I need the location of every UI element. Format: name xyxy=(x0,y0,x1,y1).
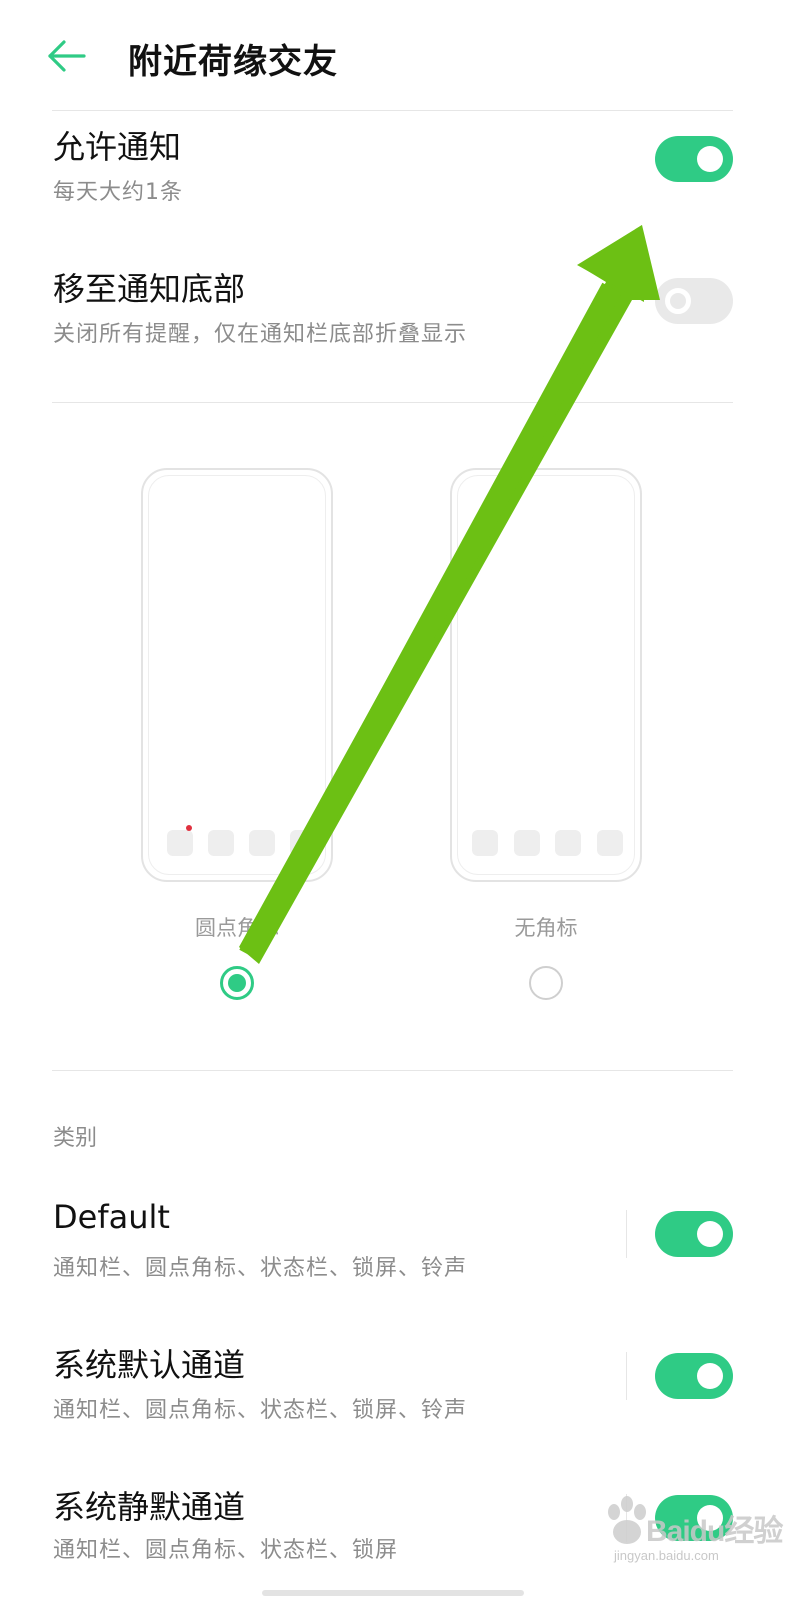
dock-app-icon xyxy=(514,830,540,856)
paw-logo-icon xyxy=(608,1496,646,1544)
phone-preview-no-badge[interactable] xyxy=(450,468,642,882)
channel-title: 系统默认通道 xyxy=(53,1346,246,1384)
divider xyxy=(52,1070,733,1071)
toggle-knob xyxy=(697,1363,723,1389)
channel-title: 系统静默通道 xyxy=(53,1488,246,1526)
dock-app-icon xyxy=(555,830,581,856)
allow-notifications-row[interactable]: 允许通知 每天大约1条 xyxy=(0,120,801,210)
watermark-subtext: jingyan.baidu.com xyxy=(614,1548,719,1563)
move-to-bottom-subtitle: 关闭所有提醒，仅在通知栏底部折叠显示 xyxy=(53,322,468,347)
dock-app-icon xyxy=(249,830,275,856)
channel-toggle-default[interactable] xyxy=(655,1211,733,1257)
allow-notifications-title: 允许通知 xyxy=(53,128,182,166)
move-to-bottom-row[interactable]: 移至通知底部 关闭所有提醒，仅在通知栏底部折叠显示 xyxy=(0,262,801,352)
vertical-divider xyxy=(626,1352,627,1400)
home-indicator[interactable] xyxy=(262,1590,524,1596)
divider xyxy=(52,110,733,111)
channel-subtitle: 通知栏、圆点角标、状态栏、锁屏、铃声 xyxy=(53,1256,468,1281)
back-button[interactable] xyxy=(44,36,92,76)
phone-screen xyxy=(457,475,635,875)
channel-subtitle: 通知栏、圆点角标、状态栏、锁屏、铃声 xyxy=(53,1398,468,1423)
option-label-no-badge: 无角标 xyxy=(514,916,578,940)
phone-screen xyxy=(148,475,326,875)
channel-subtitle: 通知栏、圆点角标、状态栏、锁屏 xyxy=(53,1538,399,1563)
radio-dot-badge[interactable] xyxy=(220,966,254,1000)
arrow-left-icon xyxy=(48,40,86,72)
move-to-bottom-title: 移至通知底部 xyxy=(53,270,246,308)
dock-app-icon xyxy=(290,830,316,856)
toggle-knob xyxy=(697,146,723,172)
section-label-category: 类别 xyxy=(53,1126,98,1151)
badge-dot-icon xyxy=(186,825,192,831)
channel-title: Default xyxy=(53,1198,170,1236)
divider xyxy=(52,402,733,403)
dock-app-icon xyxy=(167,830,193,856)
page-title: 附近荷缘交友 xyxy=(128,42,338,82)
phone-preview-dot-badge[interactable] xyxy=(141,468,333,882)
allow-notifications-subtitle: 每天大约1条 xyxy=(53,180,183,205)
dock-app-icon xyxy=(597,830,623,856)
watermark-text: Baidu经验 xyxy=(646,1515,783,1548)
channel-toggle-system-default[interactable] xyxy=(655,1353,733,1399)
toggle-knob xyxy=(697,1221,723,1247)
channel-row-default[interactable]: Default 通知栏、圆点角标、状态栏、锁屏、铃声 xyxy=(0,1196,801,1286)
toggle-knob xyxy=(665,288,691,314)
baidu-watermark: Baidu经验 jingyan.baidu.com xyxy=(600,1488,790,1578)
channel-row-system-default[interactable]: 系统默认通道 通知栏、圆点角标、状态栏、锁屏、铃声 xyxy=(0,1338,801,1428)
dock-app-icon xyxy=(208,830,234,856)
radio-no-badge[interactable] xyxy=(529,966,563,1000)
vertical-divider xyxy=(626,1210,627,1258)
option-label-dot-badge: 圆点角标 xyxy=(195,916,279,940)
allow-notifications-toggle[interactable] xyxy=(655,136,733,182)
dock-app-icon xyxy=(472,830,498,856)
move-to-bottom-toggle[interactable] xyxy=(655,278,733,324)
app-header: 附近荷缘交友 xyxy=(0,0,801,110)
